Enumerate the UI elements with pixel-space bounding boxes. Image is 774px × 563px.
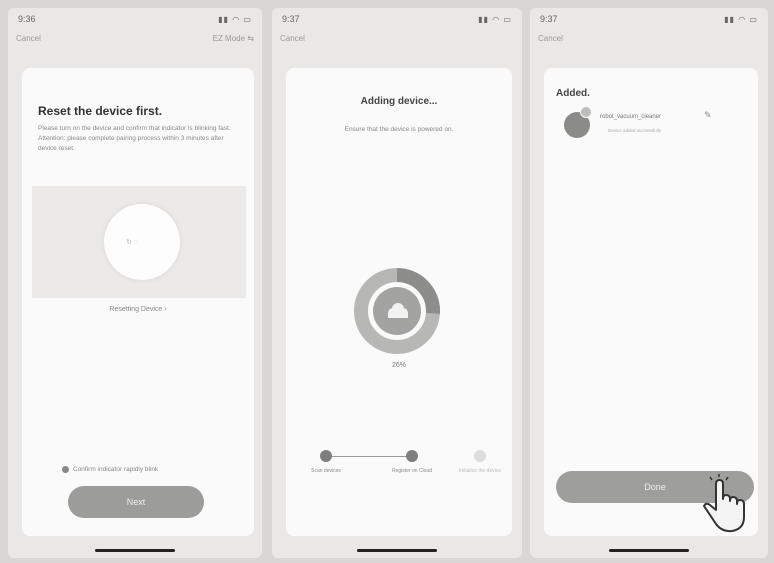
- home-indicator: [357, 549, 437, 552]
- top-nav: Cancel EZ Mode ⇆: [16, 34, 254, 43]
- progress-ring: [354, 268, 440, 354]
- edit-pencil-icon[interactable]: ✎: [704, 110, 712, 121]
- page-title: Reset the device first.: [38, 104, 163, 118]
- instructions-text: Please turn on the device and confirm th…: [38, 125, 231, 152]
- confirm-checkbox-row[interactable]: Confirm indicator rapidly blink: [62, 466, 158, 473]
- status-bar: 9:37 ▮▮ ◠ ▭: [540, 14, 758, 24]
- cancel-button[interactable]: Cancel: [280, 34, 305, 43]
- indicator-light-icon: ↻ ◌: [126, 239, 138, 246]
- mode-switch-button[interactable]: EZ Mode ⇆: [213, 34, 254, 43]
- step-label-initialize: Initialize the device: [458, 468, 502, 474]
- step-label-scan: Scan devices: [311, 468, 341, 474]
- device-name: robot_vacuum_cleaner: [600, 114, 662, 120]
- pairing-steps: Scan devices Register on Cloud Initializ…: [296, 444, 502, 484]
- step-connector: [326, 456, 412, 457]
- page-title: Added.: [556, 88, 590, 99]
- step-label-register: Register on Cloud: [391, 468, 433, 474]
- device-image: ↻ ◌: [104, 204, 180, 280]
- added-device-row: robot_vacuum_cleaner ✎ Device added succ…: [558, 106, 744, 142]
- reset-card: Reset the device first. Please turn on t…: [22, 68, 254, 536]
- signal-wifi-battery-icon: ▮▮ ◠ ▭: [478, 14, 512, 24]
- added-card: Added. robot_vacuum_cleaner ✎ Device add…: [544, 68, 758, 536]
- cancel-button[interactable]: Cancel: [538, 34, 563, 43]
- status-time: 9:37: [540, 14, 558, 24]
- next-button[interactable]: Next: [68, 486, 204, 518]
- step-dot-initialize: [474, 450, 486, 462]
- checkbox-icon[interactable]: [62, 466, 69, 473]
- phone-screen-added: 9:37 ▮▮ ◠ ▭ Cancel Added. robot_vacuum_c…: [530, 8, 768, 558]
- phone-screen-adding: 9:37 ▮▮ ◠ ▭ Cancel Adding device... Ensu…: [272, 8, 522, 558]
- signal-wifi-battery-icon: ▮▮ ◠ ▭: [724, 14, 758, 24]
- home-indicator: [95, 549, 175, 552]
- status-time: 9:36: [18, 14, 36, 24]
- step-dot-scan: [320, 450, 332, 462]
- tap-hand-icon: [703, 474, 745, 533]
- progress-percent: 26%: [391, 362, 406, 369]
- top-nav: Cancel: [538, 34, 760, 43]
- adding-card: Adding device... Ensure that the device …: [286, 68, 512, 536]
- home-indicator: [609, 549, 689, 552]
- signal-wifi-battery-icon: ▮▮ ◠ ▭: [218, 14, 252, 24]
- device-status-text: Device added successfully: [608, 128, 662, 133]
- device-illustration: ↻ ◌: [32, 186, 246, 298]
- status-time: 9:37: [282, 14, 300, 24]
- cancel-button[interactable]: Cancel: [16, 34, 41, 43]
- top-nav: Cancel: [280, 34, 514, 43]
- status-bar: 9:36 ▮▮ ◠ ▭: [18, 14, 252, 24]
- status-bar: 9:37 ▮▮ ◠ ▭: [282, 14, 512, 24]
- power-hint-text: Ensure that the device is powered on.: [344, 126, 454, 133]
- phone-screen-reset: 9:36 ▮▮ ◠ ▭ Cancel EZ Mode ⇆ Reset the d…: [8, 8, 262, 558]
- page-title: Adding device...: [360, 96, 438, 107]
- success-badge-icon: [580, 106, 592, 118]
- step-dot-register: [406, 450, 418, 462]
- confirm-label: Confirm indicator rapidly blink: [73, 466, 159, 473]
- resetting-device-link[interactable]: Resetting Device ›: [22, 306, 254, 313]
